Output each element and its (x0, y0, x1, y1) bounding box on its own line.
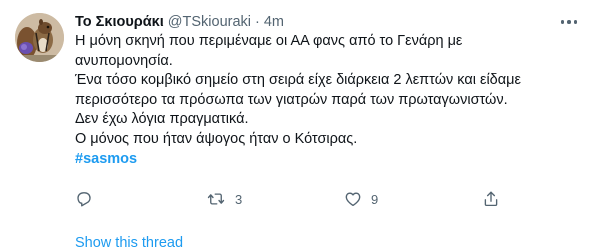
tweet-text-line: ανυπομονησία. (75, 52, 173, 69)
retweet-button[interactable]: 3 (206, 189, 242, 209)
separator-dot: · (255, 14, 260, 30)
hashtag-link[interactable]: #sasmos (75, 150, 575, 170)
like-button[interactable]: 9 (344, 189, 378, 209)
tweet-text-line: Η μόνη σκηνή που περιμέναμε οι ΑΑ φανς α… (75, 33, 463, 49)
reply-icon (77, 192, 91, 207)
tweet-actions: 3 9 (75, 189, 515, 209)
tweet-header: Το Σκιουράκι @TSkiouraki · 4m (75, 12, 575, 32)
tweet-text-line: περισσότερο τα πρόσωπα των γιατρών παρά … (75, 91, 508, 108)
timestamp[interactable]: 4m (264, 14, 284, 30)
tweet-text-line: Ένα τόσο κομβικό σημείο στη σειρά είχε δ… (75, 72, 521, 89)
tweet-text: Η μόνη σκηνή που περιμέναμε οι ΑΑ φανς α… (75, 32, 575, 169)
retweet-icon (207, 193, 225, 205)
tweet[interactable]: Το Σκιουράκι @TSkiouraki · 4m Η μόνη σκη… (0, 0, 593, 248)
user-handle[interactable]: @TSkiouraki (168, 14, 251, 30)
share-icon (484, 191, 498, 207)
tweet-content: Το Σκιουράκι @TSkiouraki · 4m Η μόνη σκη… (75, 12, 575, 169)
avatar[interactable] (15, 13, 64, 62)
tweet-text-line: Δεν έχω λόγια πραγματικά. (75, 111, 249, 128)
like-count: 9 (371, 191, 379, 207)
heart-icon (345, 192, 361, 207)
share-button[interactable] (482, 189, 500, 209)
squirrel-avatar-image (15, 13, 64, 62)
show-thread-link[interactable]: Show this thread (75, 235, 183, 248)
tweet-text-line: Ο μόνος που ήταν άψογος ήταν ο Κότσιρας. (75, 130, 358, 147)
display-name[interactable]: Το Σκιουράκι (75, 14, 164, 30)
reply-button[interactable] (75, 189, 93, 209)
retweet-count: 3 (235, 191, 243, 207)
